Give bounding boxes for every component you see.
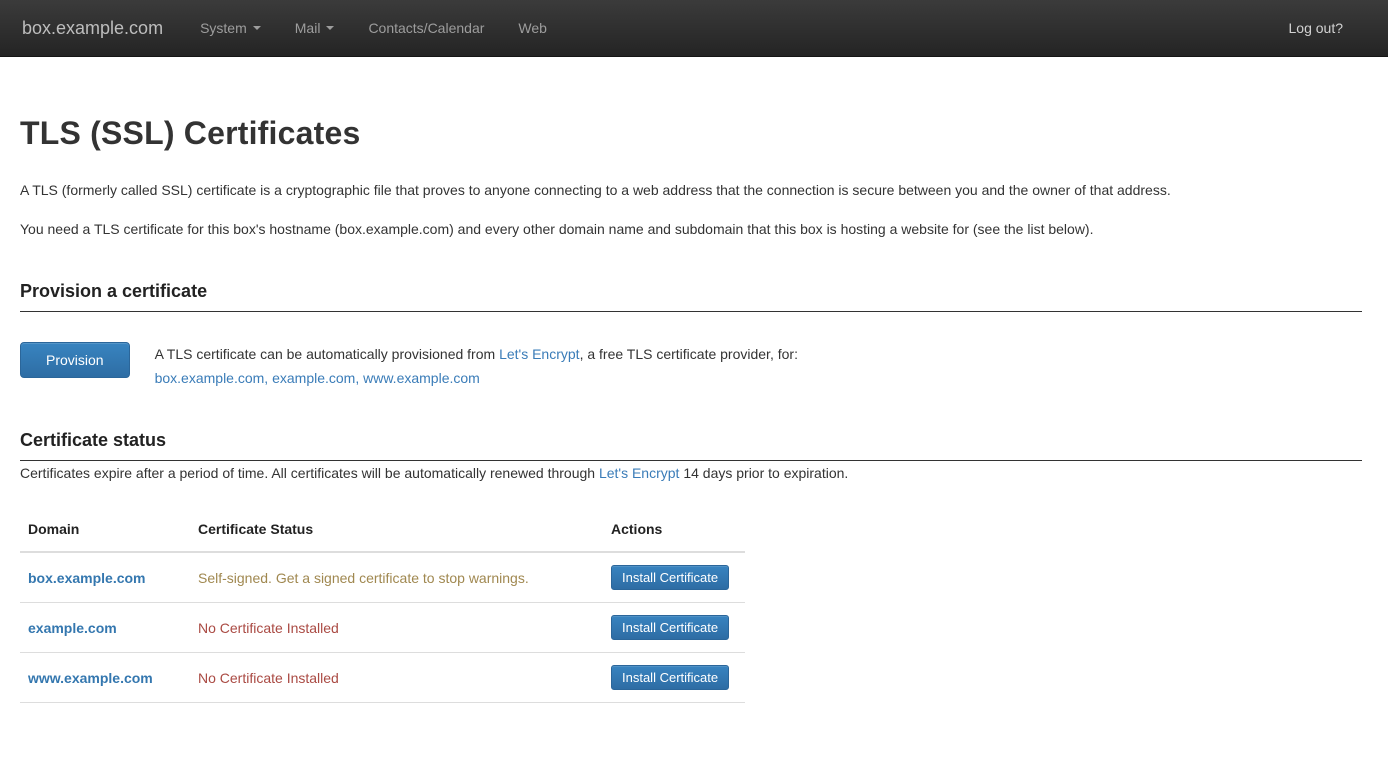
install-certificate-button[interactable]: Install Certificate <box>611 665 729 690</box>
column-header-actions: Actions <box>603 511 745 552</box>
status-cell: Self-signed. Get a signed certificate to… <box>190 552 603 603</box>
domain-cell: example.com <box>20 603 190 653</box>
navbar-brand[interactable]: box.example.com <box>22 18 163 39</box>
certificate-table: Domain Certificate Status Actions box.ex… <box>20 511 745 703</box>
nav-item-mail[interactable]: Mail <box>278 1 352 55</box>
certificate-table-head: Domain Certificate Status Actions <box>20 511 745 552</box>
column-header-domain: Domain <box>20 511 190 552</box>
install-certificate-button[interactable]: Install Certificate <box>611 615 729 640</box>
domain-link[interactable]: example.com <box>28 620 117 636</box>
column-header-status: Certificate Status <box>190 511 603 552</box>
table-row: example.com No Certificate Installed Ins… <box>20 603 745 653</box>
logout-link[interactable]: Log out? <box>1272 1 1361 55</box>
chevron-down-icon <box>253 26 261 30</box>
navbar-right: Log out? <box>1272 1 1361 55</box>
actions-cell: Install Certificate <box>603 603 745 653</box>
status-cell: No Certificate Installed <box>190 603 603 653</box>
status-section-heading: Certificate status <box>20 430 1362 461</box>
provision-domain-links[interactable]: box.example.com, example.com, www.exampl… <box>155 370 480 386</box>
status-text-before: Certificates expire after a period of ti… <box>20 465 599 481</box>
nav-item-web[interactable]: Web <box>501 1 564 55</box>
actions-cell: Install Certificate <box>603 552 745 603</box>
certificate-table-body: box.example.com Self-signed. Get a signe… <box>20 552 745 703</box>
install-certificate-button[interactable]: Install Certificate <box>611 565 729 590</box>
table-header-row: Domain Certificate Status Actions <box>20 511 745 552</box>
domain-link[interactable]: www.example.com <box>28 670 153 686</box>
provision-button[interactable]: Provision <box>20 342 130 378</box>
nav-item-label: Contacts/Calendar <box>368 20 484 36</box>
domain-link[interactable]: box.example.com <box>28 570 146 586</box>
provision-row: Provision A TLS certificate can be autom… <box>20 342 1362 390</box>
table-row: www.example.com No Certificate Installed… <box>20 653 745 703</box>
status-cell: No Certificate Installed <box>190 653 603 703</box>
domain-cell: box.example.com <box>20 552 190 603</box>
nav-item-label: System <box>200 20 247 36</box>
main-content: TLS (SSL) Certificates A TLS (formerly c… <box>0 115 1388 703</box>
lets-encrypt-link[interactable]: Let's Encrypt <box>499 346 580 362</box>
page-title: TLS (SSL) Certificates <box>20 115 1362 152</box>
domain-cell: www.example.com <box>20 653 190 703</box>
nav-item-label: Web <box>518 20 547 36</box>
nav-item-contacts-calendar[interactable]: Contacts/Calendar <box>351 1 501 55</box>
chevron-down-icon <box>326 26 334 30</box>
intro-paragraph-2: You need a TLS certificate for this box'… <box>20 217 1362 241</box>
status-text-after: 14 days prior to expiration. <box>679 465 848 481</box>
nav-item-system[interactable]: System <box>183 1 278 55</box>
top-navbar: box.example.com System Mail Contacts/Cal… <box>0 0 1388 57</box>
provision-text-after: , a free TLS certificate provider, for: <box>580 346 798 362</box>
navbar-menu: System Mail Contacts/Calendar Web <box>183 1 564 55</box>
intro-paragraph-1: A TLS (formerly called SSL) certificate … <box>20 178 1362 202</box>
provision-section-heading: Provision a certificate <box>20 281 1362 312</box>
status-intro-paragraph: Certificates expire after a period of ti… <box>20 461 1362 485</box>
provision-description: A TLS certificate can be automatically p… <box>155 342 798 390</box>
nav-item-label: Mail <box>295 20 321 36</box>
table-row: box.example.com Self-signed. Get a signe… <box>20 552 745 603</box>
provision-text-before: A TLS certificate can be automatically p… <box>155 346 499 362</box>
actions-cell: Install Certificate <box>603 653 745 703</box>
lets-encrypt-link[interactable]: Let's Encrypt <box>599 465 680 481</box>
